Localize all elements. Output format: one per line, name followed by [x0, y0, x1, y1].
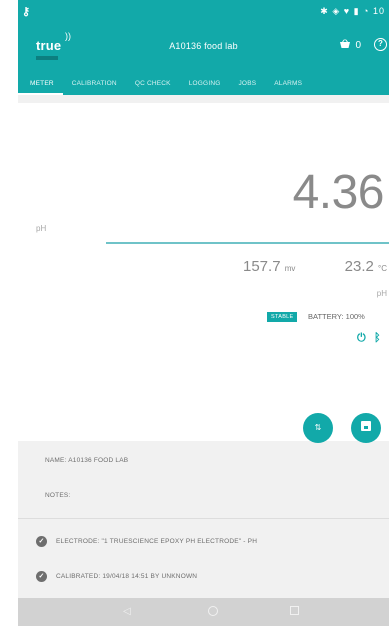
- electrode-row: ✓ ELECTRODE: "1 TRUESCIENCE EPOXY PH ELE…: [36, 536, 257, 547]
- mv-unit: mv: [284, 264, 296, 273]
- electrode-label: ELECTRODE: "1 TRUESCIENCE EPOXY PH ELECT…: [56, 538, 258, 545]
- save-button[interactable]: [351, 413, 381, 443]
- status-icons: ✱ ◈ ♥ ▮ ◔ 10: [320, 6, 385, 16]
- save-icon: [361, 421, 371, 431]
- app-bar: true )) A10136 food lab 0 ?: [18, 24, 389, 74]
- mv-reading: 157.7 mv: [243, 258, 295, 275]
- app-title: A10136 food lab: [169, 41, 238, 51]
- unit-label-right: pH: [376, 289, 387, 298]
- check-icon: ✓: [36, 536, 47, 547]
- calibrated-label: CALIBRATED: 19/04/18 14:51 BY UNKNOWN: [56, 573, 198, 580]
- unit-label-left: pH: [36, 224, 47, 233]
- status-bar: ⚷ ✱ ◈ ♥ ▮ ◔ 10: [18, 0, 389, 24]
- tab-meter[interactable]: METER: [18, 74, 63, 95]
- back-icon[interactable]: ◁: [123, 606, 131, 617]
- home-icon[interactable]: [208, 606, 218, 616]
- calibrated-row: ✓ CALIBRATED: 19/04/18 14:51 BY UNKNOWN: [36, 571, 197, 582]
- bluetooth-icon[interactable]: ᛒ: [374, 332, 381, 344]
- tab-logging[interactable]: LOGGING: [180, 74, 230, 95]
- basket-button[interactable]: 0: [339, 39, 361, 52]
- basket-count: 0: [355, 40, 361, 51]
- temperature-unit: °C: [378, 264, 387, 273]
- mv-value: 157.7: [243, 258, 281, 275]
- tab-bar: METER CALIBRATION QC CHECK LOGGING JOBS …: [18, 74, 389, 95]
- battery-status: BATTERY: 100%: [308, 312, 365, 321]
- check-icon: ✓: [36, 571, 47, 582]
- tab-calibration[interactable]: CALIBRATION: [63, 74, 126, 95]
- power-icon[interactable]: ⏻: [357, 332, 366, 345]
- signal-waves-icon: )): [65, 31, 71, 41]
- usb-key-icon: ⚷: [22, 6, 31, 18]
- temperature-reading: 23.2 °C: [345, 258, 387, 275]
- basket-icon: [339, 39, 351, 52]
- ph-reading: 4.36: [292, 166, 385, 219]
- tab-jobs[interactable]: JOBS: [229, 74, 265, 95]
- notes-field[interactable]: NOTES:: [45, 492, 70, 499]
- divider: [18, 518, 389, 519]
- stable-badge: STABLE: [267, 312, 298, 322]
- help-icon[interactable]: ?: [374, 38, 387, 51]
- tab-qc-check[interactable]: QC CHECK: [126, 74, 180, 95]
- tablet-screen: ⚷ ✱ ◈ ♥ ▮ ◔ 10 true )) A10136 food lab 0…: [18, 0, 389, 626]
- swap-button[interactable]: ⇅: [303, 413, 333, 443]
- reading-underline: [106, 242, 389, 244]
- temperature-value: 23.2: [344, 258, 374, 275]
- system-nav-bar: ◁: [18, 598, 389, 626]
- tab-alarms[interactable]: ALARMS: [265, 74, 311, 95]
- name-field[interactable]: NAME: A10136 FOOD LAB: [45, 457, 128, 464]
- recent-apps-icon[interactable]: [290, 606, 299, 615]
- meter-card: pH 4.36 157.7 mv 23.2 °C pH STABLE BATTE…: [18, 103, 389, 443]
- swap-icon: ⇅: [314, 423, 322, 432]
- logo-badge: [36, 56, 58, 60]
